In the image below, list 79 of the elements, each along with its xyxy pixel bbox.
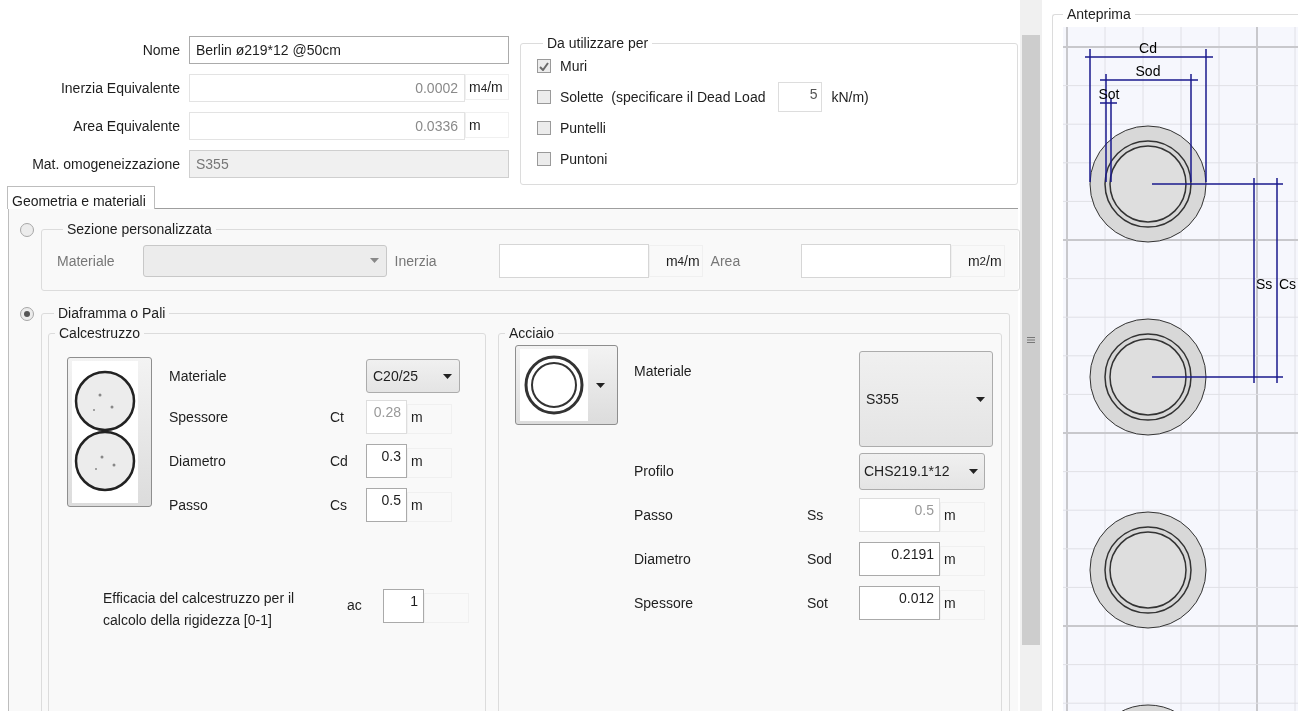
field-label: Mat. omogeneizzazione	[31, 156, 180, 172]
checkbox-label[interactable]: Puntoni	[560, 151, 608, 167]
dropdown[interactable]	[142, 244, 387, 277]
unit-label: m	[940, 546, 985, 576]
grip-icon	[1027, 337, 1035, 343]
dropdown[interactable]: CHS219.1*12	[859, 452, 985, 490]
number-field[interactable]: 0.5	[366, 488, 407, 522]
field-label: Materiale	[57, 252, 115, 269]
unit-label: m	[940, 502, 985, 532]
unit-label: m	[407, 448, 452, 478]
group-title: Sezione personalizzata	[66, 221, 213, 237]
input-field[interactable]	[800, 243, 951, 278]
group-title: Calcestruzzo	[58, 325, 141, 341]
field-label: Materiale	[633, 363, 693, 379]
unit-cell	[424, 593, 469, 623]
tab[interactable]: Geometria e materiali	[7, 186, 155, 209]
dimension-label: Cd	[1139, 40, 1157, 56]
checkbox-label[interactable]: Puntelli	[560, 120, 606, 136]
unit-label: kN/m)	[831, 89, 869, 105]
field-label: Profilo	[633, 463, 675, 479]
caret-icon	[443, 373, 452, 379]
field-label: Spessore	[169, 409, 230, 425]
unit-label: m	[407, 492, 452, 522]
radio-button[interactable]	[20, 307, 34, 321]
symbol-label: Sod	[807, 551, 833, 567]
field-label: Diametro	[633, 551, 692, 567]
symbol-label: Sot	[807, 595, 829, 611]
field-label: Area	[709, 252, 742, 269]
number-field[interactable]: 0.3	[366, 444, 407, 478]
caret-icon	[369, 258, 379, 263]
group-title: Anteprima	[1066, 6, 1132, 22]
checkbox[interactable]	[537, 152, 551, 166]
dropdown[interactable]: C20/25	[366, 359, 460, 393]
dropdown[interactable]: S355	[859, 351, 993, 447]
text-field[interactable]: Berlin ø219*12 @50cm	[189, 36, 509, 64]
unit-label: m	[407, 404, 452, 434]
number-field[interactable]: 0.012	[859, 586, 940, 620]
caret-icon	[976, 396, 985, 402]
field-label: Efficacia del calcestruzzo per il calcolo della rigidezza [0-1]	[103, 589, 296, 630]
field-label: Passo	[169, 497, 209, 513]
input-field[interactable]	[498, 243, 649, 278]
section-picker-button[interactable]	[67, 357, 152, 507]
radio-button[interactable]	[20, 223, 34, 237]
number-field[interactable]: 0.2191	[859, 542, 940, 576]
symbol-label: ac	[347, 597, 363, 613]
scrollbar[interactable]	[1020, 0, 1042, 711]
symbol-label: Cd	[330, 453, 349, 469]
field-label: Inerzia	[394, 252, 438, 269]
field-label: Nome	[141, 42, 180, 58]
dimension-label: Ss	[1256, 276, 1273, 292]
section-picker-button[interactable]	[515, 345, 618, 425]
field-label: Passo	[633, 507, 674, 523]
group-title: Acciaio	[508, 325, 556, 341]
field-label: Inerzia Equivalente	[59, 80, 180, 96]
checkbox-label[interactable]: Solette (specificare il Dead Load	[560, 89, 766, 105]
text-field[interactable]: 0.0002	[189, 74, 465, 102]
caret-icon	[596, 382, 605, 388]
text-field[interactable]: S355	[189, 150, 509, 178]
unit-label: m	[940, 590, 985, 620]
dimension-label: Sod	[1135, 63, 1161, 79]
number-field[interactable]: 5	[778, 82, 823, 112]
field-label: Materiale	[169, 368, 228, 384]
group-title: Diaframma o Pali	[57, 305, 167, 321]
field-label: Diametro	[169, 453, 227, 469]
checkbox[interactable]	[537, 59, 551, 73]
symbol-label: Ss	[807, 507, 825, 523]
checkbox[interactable]	[537, 121, 551, 135]
field-label: Spessore	[633, 595, 695, 611]
unit-label: m	[465, 112, 509, 138]
field-label: Area Equivalente	[72, 118, 180, 134]
group-title: Da utilizzare per	[546, 35, 650, 51]
checkbox-label[interactable]: Muri	[560, 58, 588, 74]
text-field[interactable]: 0.0336	[189, 112, 465, 140]
symbol-label: Cs	[330, 497, 349, 513]
symbol-label: Ct	[330, 409, 345, 425]
number-field[interactable]: 1	[383, 589, 424, 623]
caret-icon	[969, 468, 978, 474]
dimension-label: Cs	[1279, 276, 1297, 292]
checkbox[interactable]	[537, 90, 551, 104]
